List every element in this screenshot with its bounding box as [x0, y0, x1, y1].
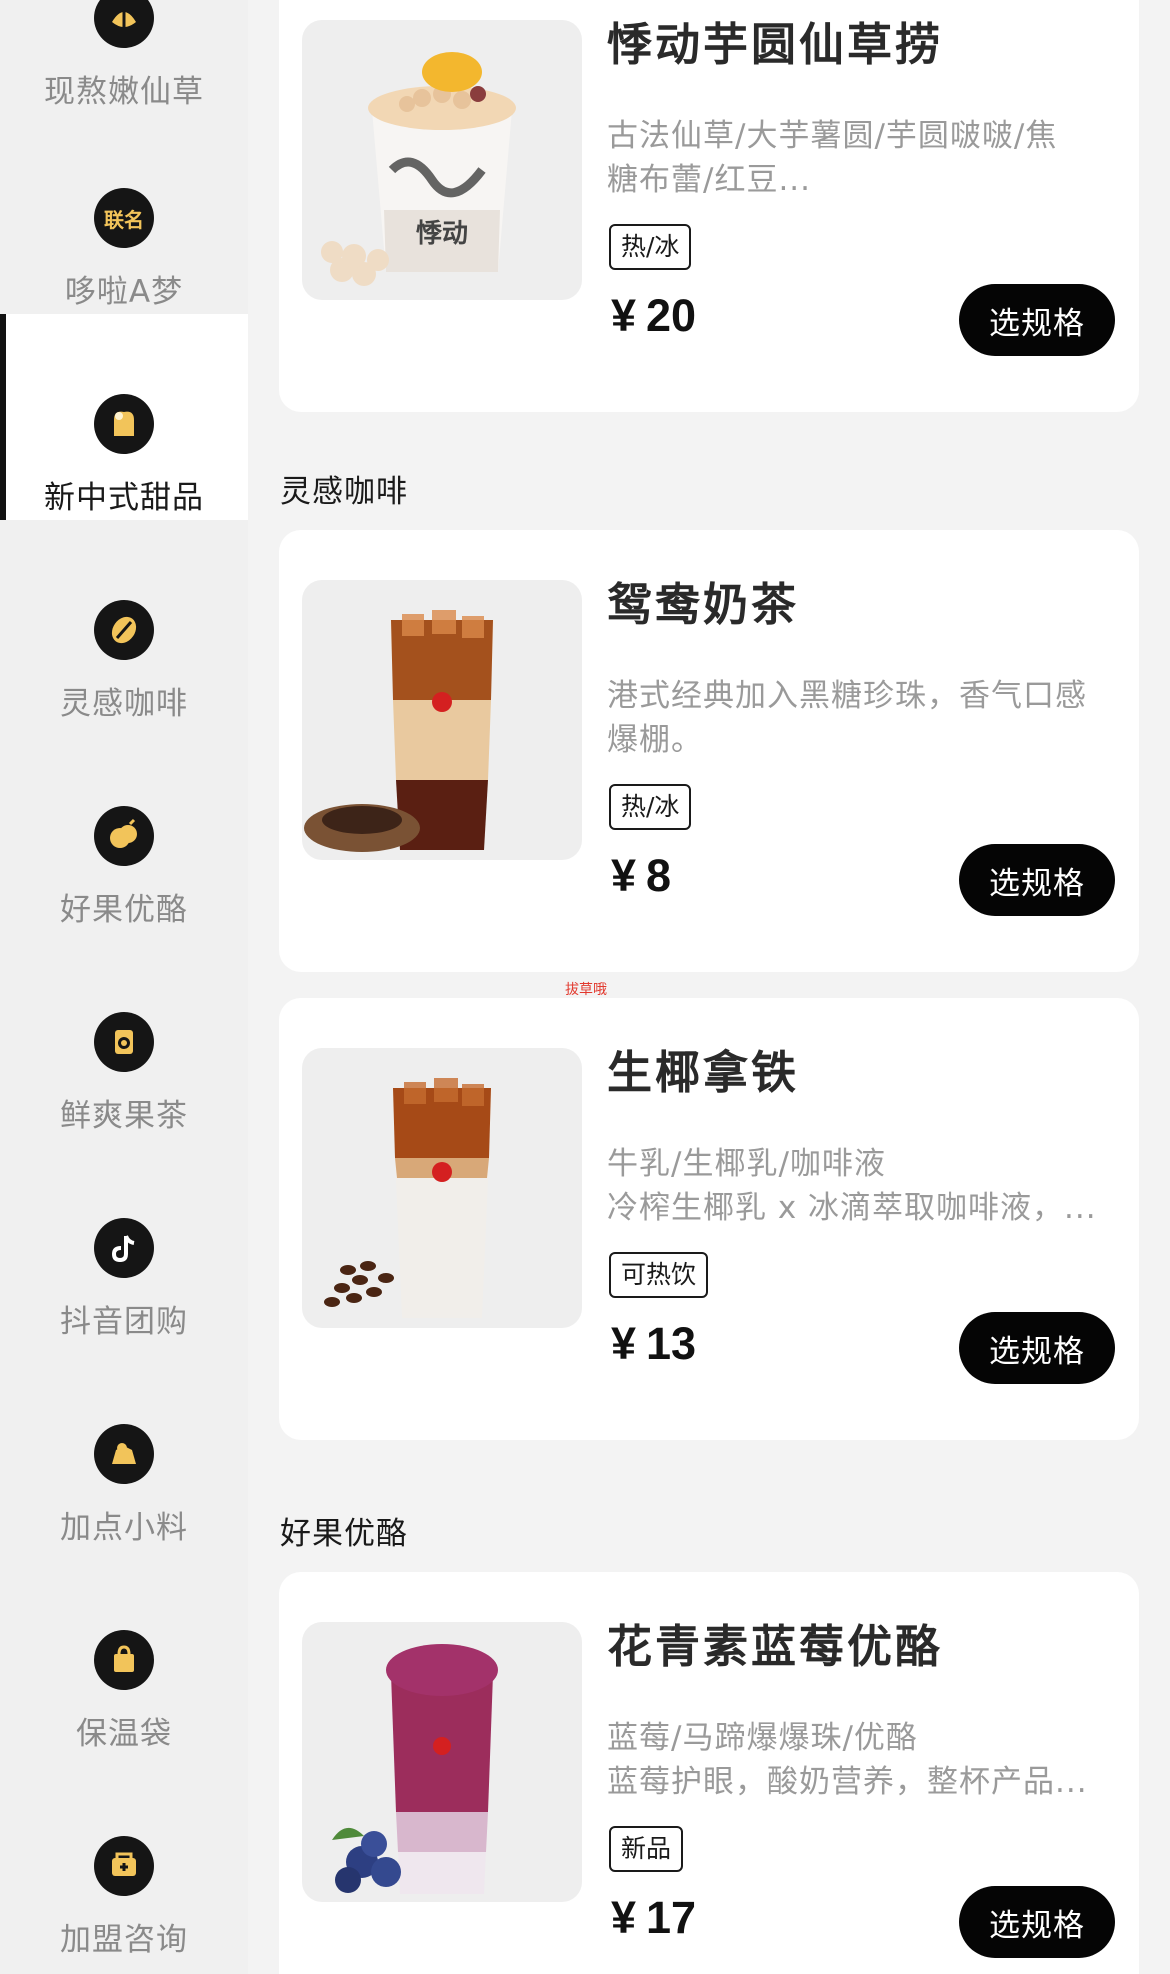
sidebar-item-label: 现熬嫩仙草 [44, 74, 204, 110]
sidebar-item-coffee[interactable]: 灵感咖啡 [0, 600, 248, 806]
sidebar-item-grass-jelly[interactable]: 现熬嫩仙草 [0, 0, 248, 194]
select-spec-button[interactable]: 选规格 [959, 1312, 1115, 1384]
fruit-yogurt-icon [94, 806, 154, 866]
product-name: 生椰拿铁 [607, 1046, 800, 1099]
sidebar-item-label: 保温袋 [76, 1716, 172, 1752]
toppings-icon [94, 1424, 154, 1484]
sidebar-item-toppings[interactable]: 加点小料 [0, 1424, 248, 1630]
temperature-tag: 热/冰 [609, 784, 692, 830]
sidebar-item-label: 新中式甜品 [44, 480, 204, 516]
select-spec-button[interactable]: 选规格 [959, 1886, 1115, 1958]
sidebar-item-douyin[interactable]: 抖音团购 [0, 1218, 248, 1424]
sidebar-item-yogurt[interactable]: 好果优酪 [0, 806, 248, 1012]
product-price: ¥8 [611, 850, 672, 901]
product-name: 悸动芋圆仙草捞 [607, 18, 944, 71]
fruit-tea-icon [94, 1012, 154, 1072]
sidebar-item-label: 抖音团购 [60, 1304, 188, 1340]
sidebar-item-franchise[interactable]: 加盟咨询 [0, 1836, 248, 1974]
product-name: 花青素蓝莓优酪 [607, 1620, 944, 1673]
grass-jelly-icon [94, 0, 154, 48]
category-sidebar: 现熬嫩仙草 联名 哆啦A梦 新中式甜品 灵感咖啡 好果优酪 鲜爽果茶 抖音团购 … [0, 0, 248, 1974]
svg-text:悸动: 悸动 [416, 219, 468, 249]
temperature-tag: 热/冰 [609, 224, 692, 270]
product-image [302, 1622, 582, 1902]
product-description: 牛乳/生椰乳/咖啡液 冷榨生椰乳 x 冰滴萃取咖啡液，... [607, 1146, 1097, 1226]
product-card[interactable]: 鸳鸯奶茶 港式经典加入黑糖珍珠，香气口感 爆棚。 热/冰 ¥8 选规格 [279, 530, 1139, 972]
sidebar-divider [0, 521, 248, 561]
section-title: 灵感咖啡 [280, 474, 408, 510]
dessert-icon [94, 394, 154, 454]
coffee-bean-icon [94, 600, 154, 660]
franchise-icon [94, 1836, 154, 1896]
bag-icon [94, 1630, 154, 1690]
product-image [302, 1048, 582, 1328]
sidebar-item-bag[interactable]: 保温袋 [0, 1630, 248, 1836]
product-image [302, 580, 582, 860]
product-card[interactable]: 生椰拿铁 牛乳/生椰乳/咖啡液 冷榨生椰乳 x 冰滴萃取咖啡液，... 可热饮 … [279, 998, 1139, 1440]
sidebar-item-chinese-dessert[interactable]: 新中式甜品 [0, 314, 248, 520]
product-price: ¥20 [611, 290, 697, 341]
active-indicator [0, 314, 6, 520]
sidebar-item-label: 哆啦A梦 [64, 274, 184, 310]
select-spec-button[interactable]: 选规格 [959, 844, 1115, 916]
sidebar-item-label: 灵感咖啡 [60, 686, 188, 722]
co-brand-icon: 联名 [94, 188, 154, 248]
product-name: 鸳鸯奶茶 [607, 578, 800, 631]
product-card[interactable]: 悸动 悸动芋圆仙草捞 古法仙草/大芋薯圆/芋圆啵啵/焦 糖布蕾/红豆... 热/… [279, 0, 1139, 412]
product-description: 蓝莓/马蹄爆爆珠/优酪 蓝莓护眼，酸奶营养，整杯产品... [607, 1720, 1088, 1800]
product-description: 古法仙草/大芋薯圆/芋圆啵啵/焦 糖布蕾/红豆... [607, 118, 1058, 198]
sidebar-item-label: 加盟咨询 [60, 1922, 188, 1958]
sidebar-item-label: 鲜爽果茶 [60, 1098, 188, 1134]
temperature-tag: 可热饮 [609, 1252, 709, 1298]
section-title: 好果优酪 [280, 1516, 408, 1552]
tiktok-icon [94, 1218, 154, 1278]
product-price: ¥13 [611, 1318, 697, 1369]
sidebar-item-label: 好果优酪 [60, 892, 188, 928]
new-tag: 新品 [609, 1826, 684, 1872]
select-spec-button[interactable]: 选规格 [959, 284, 1115, 356]
product-description: 港式经典加入黑糖珍珠，香气口感 爆棚。 [607, 678, 1087, 758]
product-price: ¥17 [611, 1892, 697, 1943]
sidebar-item-fruit-tea[interactable]: 鲜爽果茶 [0, 1012, 248, 1218]
watermark: 拔草哦 [565, 982, 607, 998]
product-card[interactable]: 花青素蓝莓优酪 蓝莓/马蹄爆爆珠/优酪 蓝莓护眼，酸奶营养，整杯产品... 新品… [279, 1572, 1139, 1974]
sidebar-item-label: 加点小料 [60, 1510, 188, 1546]
product-image: 悸动 [302, 20, 582, 300]
